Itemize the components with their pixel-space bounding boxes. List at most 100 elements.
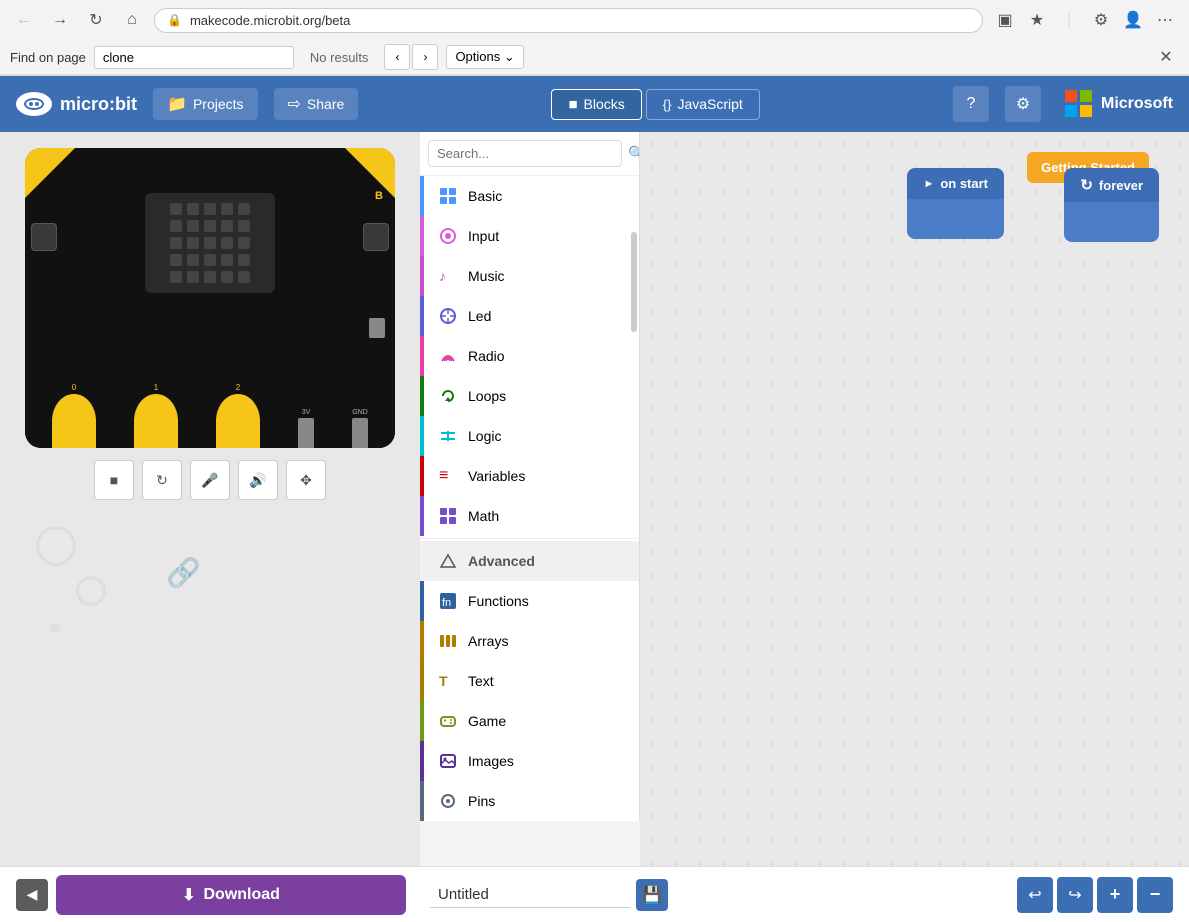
search-input[interactable]	[428, 140, 622, 167]
find-prev-button[interactable]: ‹	[384, 44, 410, 70]
forever-icon: ↻	[1080, 176, 1093, 194]
help-button[interactable]: ?	[953, 86, 989, 122]
sidebar-item-game[interactable]: Game	[420, 701, 639, 741]
sidebar-item-label: Logic	[468, 428, 501, 444]
zoom-out-button[interactable]: −	[1137, 877, 1173, 913]
sidebar-item-images[interactable]: Images	[420, 741, 639, 781]
microbit-corner-left	[25, 148, 75, 198]
browser-nav: ← → ↻ ⌂ 🔒 makecode.microbit.org/beta ▣ ★…	[0, 0, 1189, 40]
led-icon	[438, 306, 458, 326]
led-2-0	[170, 237, 182, 249]
back-button[interactable]: ←	[10, 6, 38, 34]
javascript-label: JavaScript	[677, 96, 742, 112]
sidebar-item-led[interactable]: Led	[420, 296, 639, 336]
simulator-panel: B A 0 1 2	[0, 132, 420, 866]
pin-0[interactable]: 0	[52, 383, 96, 448]
more-button[interactable]: ⋯	[1151, 6, 1179, 34]
undo-button[interactable]: ↩	[1017, 877, 1053, 913]
pin-1-body	[134, 394, 178, 448]
mute-button[interactable]: 🔊	[238, 460, 278, 500]
toolbox-scrollbar[interactable]	[630, 172, 638, 866]
pin-gnd: GND	[352, 409, 368, 448]
sidebar-item-text[interactable]: T Text	[420, 661, 639, 701]
project-name-input[interactable]	[430, 882, 630, 908]
javascript-tab[interactable]: {} JavaScript	[646, 89, 760, 120]
forever-block[interactable]: ↻ forever	[1064, 168, 1159, 242]
text-icon: T	[438, 671, 458, 691]
sidebar-item-functions[interactable]: fn Functions	[420, 581, 639, 621]
save-project-button[interactable]: 💾	[636, 879, 668, 911]
zoom-in-button[interactable]: +	[1097, 877, 1133, 913]
profile-button[interactable]: 👤	[1119, 6, 1147, 34]
sidebar-item-label: Math	[468, 508, 499, 524]
refresh-button[interactable]: ↻	[82, 6, 110, 34]
deco-chain-icon: ⚭	[46, 616, 64, 642]
settings-button[interactable]: ⚙	[1005, 86, 1041, 122]
javascript-icon: {}	[663, 97, 672, 112]
bookmark-button[interactable]: ★	[1023, 6, 1051, 34]
reader-view-button[interactable]: ▣	[991, 6, 1019, 34]
blocks-tab[interactable]: ■ Blocks	[551, 89, 641, 120]
find-next-button[interactable]: ›	[412, 44, 438, 70]
browser-icons: ▣ ★ | ⚙ 👤 ⋯	[991, 6, 1179, 34]
microbit-device: B A 0 1 2	[25, 148, 395, 448]
led-4-4	[238, 271, 250, 283]
sidebar-item-loops[interactable]: Loops	[420, 376, 639, 416]
microsoft-logo	[1065, 90, 1093, 118]
sidebar-item-radio[interactable]: Radio	[420, 336, 639, 376]
led-1-1	[187, 220, 199, 232]
share-button[interactable]: ⇨ Share	[274, 88, 359, 120]
zoom-in-icon: +	[1110, 884, 1121, 905]
sidebar-item-advanced[interactable]: Advanced	[420, 541, 639, 581]
projects-button[interactable]: 📁 Projects	[153, 88, 258, 120]
restart-button[interactable]: ↻	[142, 460, 182, 500]
logo-dot-left	[29, 102, 33, 106]
pin-2[interactable]: 2	[216, 383, 260, 448]
forward-button[interactable]: →	[46, 6, 74, 34]
sidebar-item-logic[interactable]: Logic	[420, 416, 639, 456]
logo-area: micro:bit	[16, 92, 137, 116]
pin-3v-body	[298, 418, 314, 448]
home-button[interactable]: ⌂	[118, 6, 146, 34]
led-0-0	[170, 203, 182, 215]
sidebar-item-basic[interactable]: Basic	[420, 176, 639, 216]
functions-icon: fn	[438, 591, 458, 611]
variables-icon: ≡	[438, 466, 458, 486]
options-label: Options	[455, 49, 500, 64]
extensions-button[interactable]: ⚙	[1087, 6, 1115, 34]
loops-icon	[438, 386, 458, 406]
sidebar-item-label: Text	[468, 673, 494, 689]
save-icon: 💾	[642, 885, 662, 905]
pin-gnd-body	[352, 418, 368, 448]
button-b[interactable]	[363, 223, 389, 251]
sidebar-item-math[interactable]: Math	[420, 496, 639, 536]
fullscreen-button[interactable]: ✥	[286, 460, 326, 500]
workspace[interactable]: Getting Started ► on start ↻ forever	[640, 132, 1189, 866]
find-close-button[interactable]: ✕	[1153, 44, 1179, 70]
sidebar-item-variables[interactable]: ≡ Variables	[420, 456, 639, 496]
led-1-2	[204, 220, 216, 232]
led-2-2	[204, 237, 216, 249]
find-input[interactable]	[94, 46, 294, 69]
undo-redo-group: ↩ ↪ + −	[1017, 877, 1173, 913]
collapse-sidebar-button[interactable]: ◀	[16, 879, 48, 911]
sidebar-item-arrays[interactable]: Arrays	[420, 621, 639, 661]
led-3-0	[170, 254, 182, 266]
pin-1[interactable]: 1	[134, 383, 178, 448]
advanced-icon	[438, 551, 458, 571]
button-a[interactable]	[31, 223, 57, 251]
find-options-button[interactable]: Options ⌄	[446, 45, 523, 69]
stop-button[interactable]: ■	[94, 460, 134, 500]
sidebar-item-label: Basic	[468, 188, 502, 204]
redo-button[interactable]: ↪	[1057, 877, 1093, 913]
input-icon	[438, 226, 458, 246]
pin-0-body	[52, 394, 96, 448]
download-button[interactable]: ⬇ Download	[56, 875, 406, 915]
on-start-block[interactable]: ► on start	[907, 168, 1004, 239]
sidebar-item-input[interactable]: Input	[420, 216, 639, 256]
share-label: Share	[307, 96, 344, 112]
sidebar-item-pins[interactable]: Pins	[420, 781, 639, 821]
record-button[interactable]: 🎤	[190, 460, 230, 500]
sidebar-item-music[interactable]: ♪ Music	[420, 256, 639, 296]
toolbox: 🔍 Basic Input ♪ Music Led Radio Loops Lo…	[420, 132, 640, 821]
